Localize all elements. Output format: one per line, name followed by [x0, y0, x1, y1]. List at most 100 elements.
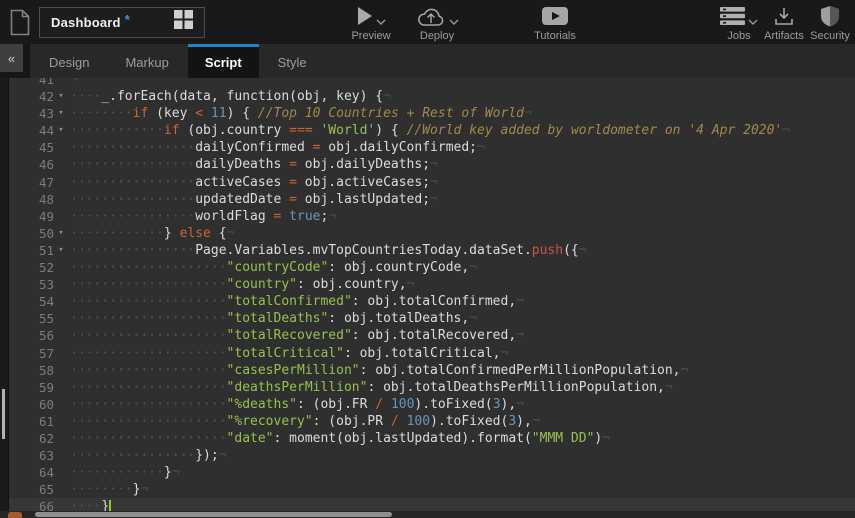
line-number[interactable]: 42 — [9, 88, 54, 105]
code-text: ····················"countryCode": obj.c… — [70, 259, 477, 276]
code-text: ····················"%recovery": (obj.PR… — [70, 413, 540, 430]
artifacts-button[interactable]: Artifacts — [757, 5, 811, 42]
fold-arrow-icon[interactable]: ▾ — [54, 225, 68, 242]
collapse-panel-button[interactable]: « — [0, 44, 23, 72]
jobs-stack-icon — [720, 7, 745, 25]
horizontal-scrollbar-thumb[interactable] — [35, 512, 392, 517]
fold-slot — [54, 191, 68, 208]
code-line[interactable]: 46················dailyDeaths = obj.dail… — [9, 156, 855, 173]
code-line[interactable]: 62····················"date": moment(obj… — [9, 430, 855, 447]
code-line[interactable]: 48 ················updatedDate = obj.last… — [9, 191, 855, 208]
code-line[interactable]: 64 ············}¬ — [9, 464, 855, 481]
deploy-button[interactable]: Deploy — [408, 5, 466, 42]
line-number[interactable]: 55 — [9, 310, 54, 327]
code-text: ····_.forEach(data, function(obj, key) {… — [70, 88, 391, 105]
script-editor[interactable]: 41¬42▾····_.forEach(data, function(obj, … — [0, 78, 855, 518]
code-line[interactable]: 49················worldFlag = true;¬ — [9, 208, 855, 225]
line-number[interactable]: 46 — [9, 156, 54, 173]
code-line[interactable]: 56····················"totalRecovered": … — [9, 327, 855, 344]
fold-arrow-icon[interactable]: ▾ — [54, 105, 68, 122]
chevron-down-icon — [376, 19, 386, 25]
code-text: ¬ — [70, 78, 78, 88]
fold-slot — [54, 430, 68, 447]
code-text: ····················"%deaths": (obj.FR /… — [70, 396, 524, 413]
fold-slot — [54, 362, 68, 379]
page-tab-dashboard[interactable]: Dashboard * — [39, 7, 205, 38]
code-line[interactable]: 53····················"country": obj.cou… — [9, 276, 855, 293]
code-line[interactable]: 47 ················activeCases = obj.acti… — [9, 174, 855, 191]
line-number[interactable]: 58 — [9, 362, 54, 379]
code-line[interactable]: 55 ····················"totalDeaths": obj… — [9, 310, 855, 327]
line-number[interactable]: 45 — [9, 139, 54, 156]
line-number[interactable]: 48 — [9, 191, 54, 208]
line-number[interactable]: 65 — [9, 481, 54, 498]
code-line[interactable]: 61 ····················"%recovery": (obj.… — [9, 413, 855, 430]
fold-slot — [54, 481, 68, 498]
code-text: ················updatedDate = obj.lastUp… — [70, 191, 438, 208]
video-tutorials-icon — [542, 7, 568, 25]
fold-arrow-icon[interactable]: ▾ — [54, 122, 68, 139]
chevron-down-icon — [449, 19, 459, 25]
code-line[interactable]: 57····················"totalCritical": o… — [9, 345, 855, 362]
tab-script[interactable]: Script — [188, 44, 259, 78]
line-number[interactable]: 57 — [9, 345, 54, 362]
app-window: Dashboard * Preview — [0, 0, 855, 518]
line-number[interactable]: 44 — [9, 122, 54, 139]
code-line[interactable]: 52 ····················"countryCode": obj… — [9, 259, 855, 276]
code-line[interactable]: 41 ¬ — [9, 78, 855, 88]
code-line[interactable]: 51▾················Page.Variables.mvTopC… — [9, 242, 855, 259]
grid-icon[interactable] — [174, 10, 193, 34]
code-line[interactable]: 45················dailyConfirmed = obj.d… — [9, 139, 855, 156]
code-text: ················activeCases = obj.active… — [70, 174, 438, 191]
line-number[interactable]: 43 — [9, 105, 54, 122]
line-number[interactable]: 52 — [9, 259, 54, 276]
line-number[interactable]: 62 — [9, 430, 54, 447]
code-text: ············}¬ — [70, 464, 180, 481]
code-line[interactable]: 58 ····················"casesPerMillion":… — [9, 362, 855, 379]
tab-style[interactable]: Style — [261, 44, 324, 78]
code-line[interactable]: 54····················"totalConfirmed": … — [9, 293, 855, 310]
fold-slot — [54, 413, 68, 430]
line-number[interactable]: 61 — [9, 413, 54, 430]
line-number[interactable]: 51 — [9, 242, 54, 259]
security-label: Security — [810, 30, 850, 42]
line-number[interactable]: 49 — [9, 208, 54, 225]
tutorials-label: Tutorials — [534, 30, 576, 42]
line-number[interactable]: 47 — [9, 174, 54, 191]
code-line[interactable]: 59····················"deathsPerMillion"… — [9, 379, 855, 396]
fold-slot — [54, 327, 68, 344]
code-text: ····················"casesPerMillion": o… — [70, 362, 688, 379]
tab-design[interactable]: Design — [32, 44, 106, 78]
new-page-button[interactable] — [7, 7, 33, 37]
line-number[interactable]: 41 — [9, 78, 54, 88]
horizontal-scrollbar[interactable] — [0, 511, 855, 518]
code-text: ················Page.Variables.mvTopCoun… — [70, 242, 587, 259]
panel-scrollbar-thumb[interactable] — [2, 389, 5, 439]
unsaved-indicator: * — [125, 12, 130, 27]
fold-slot — [54, 447, 68, 464]
preview-label: Preview — [351, 30, 390, 42]
fold-arrow-icon[interactable]: ▾ — [54, 242, 68, 259]
code-line[interactable]: 63················});¬ — [9, 447, 855, 464]
code-line[interactable]: 44▾············if (obj.country === 'Worl… — [9, 122, 855, 139]
line-number[interactable]: 54 — [9, 293, 54, 310]
line-number[interactable]: 56 — [9, 327, 54, 344]
code-line[interactable]: 42▾····_.forEach(data, function(obj, key… — [9, 88, 855, 105]
tutorials-button[interactable]: Tutorials — [524, 5, 586, 42]
tab-markup[interactable]: Markup — [108, 44, 185, 78]
code-line[interactable]: 65········}¬ — [9, 481, 855, 498]
code-text: ····················"totalDeaths": obj.t… — [70, 310, 477, 327]
line-number[interactable]: 53 — [9, 276, 54, 293]
fold-arrow-icon[interactable]: ▾ — [54, 88, 68, 105]
line-number[interactable]: 59 — [9, 379, 54, 396]
line-number[interactable]: 63 — [9, 447, 54, 464]
code-line[interactable]: 43▾········if (key < 11) { //Top 10 Coun… — [9, 105, 855, 122]
code-line[interactable]: 60 ····················"%deaths": (obj.FR… — [9, 396, 855, 413]
line-number[interactable]: 60 — [9, 396, 54, 413]
line-number[interactable]: 64 — [9, 464, 54, 481]
security-button[interactable]: Security — [806, 5, 854, 42]
fold-slot — [54, 259, 68, 276]
preview-button[interactable]: Preview — [342, 5, 400, 42]
code-line[interactable]: 50▾············} else {¬ — [9, 225, 855, 242]
line-number[interactable]: 50 — [9, 225, 54, 242]
